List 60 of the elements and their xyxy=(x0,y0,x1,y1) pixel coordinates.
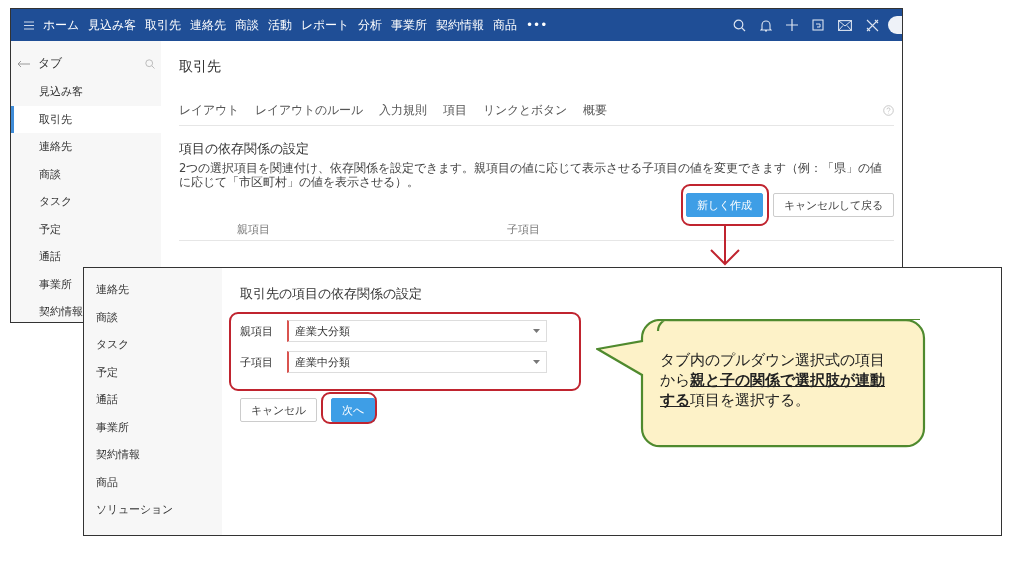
tab[interactable]: 概要 xyxy=(583,102,607,119)
page-title: 取引先 xyxy=(179,58,222,76)
field-label: 親項目 xyxy=(240,323,274,339)
sidebar-item[interactable]: 連絡先 xyxy=(84,276,222,304)
cancel-button[interactable]: キャンセルして戻る xyxy=(773,193,894,217)
nav-link[interactable]: 商談 xyxy=(235,16,259,34)
nav-link[interactable]: 見込み客 xyxy=(88,16,136,34)
sidebar-item[interactable]: 商談 xyxy=(11,160,161,188)
calendar-icon[interactable] xyxy=(812,19,824,31)
plus-icon[interactable] xyxy=(786,19,798,31)
callout-text: タブ内のプルダウン選択式の項目から親と子の関係で選択肢が連動する項目を選択する。 xyxy=(660,351,886,410)
sidebar-item[interactable]: 商品 xyxy=(84,468,222,496)
down-arrow xyxy=(707,226,743,266)
sidebar-item[interactable]: 契約情報 xyxy=(84,441,222,469)
nav-link[interactable]: 取引先 xyxy=(145,16,181,34)
mail-icon[interactable] xyxy=(838,19,852,31)
dialog-title: 取引先の項目の依存関係の設定 xyxy=(240,285,423,303)
tab[interactable]: 入力規則 xyxy=(379,102,427,119)
field-label: 子項目 xyxy=(240,354,274,370)
cancel-button[interactable]: キャンセル xyxy=(240,398,317,422)
sidebar-item[interactable]: 連絡先 xyxy=(11,133,161,161)
nav-link[interactable]: レポート xyxy=(301,16,349,34)
bell-icon[interactable] xyxy=(760,18,772,32)
search-icon[interactable] xyxy=(733,18,746,32)
menu-icon[interactable] xyxy=(24,20,34,30)
dropdown-field[interactable]: 産業中分類 xyxy=(287,351,547,373)
tab[interactable]: 項目 xyxy=(443,102,467,119)
sidebar-item[interactable]: ソリューション xyxy=(84,496,222,524)
nav-link[interactable]: 商品 xyxy=(493,16,517,34)
nav-link[interactable]: ホーム xyxy=(43,16,79,34)
sidebar-item[interactable]: 予定 xyxy=(84,358,222,386)
avatar[interactable] xyxy=(888,16,902,34)
caret-icon xyxy=(533,329,540,333)
nav-link[interactable]: 分析 xyxy=(358,16,382,34)
sidebar-item[interactable]: 事業所 xyxy=(84,413,222,441)
nav-link[interactable]: 活動 xyxy=(268,16,292,34)
caret-icon xyxy=(533,360,540,364)
more-menu[interactable]: ••• xyxy=(526,18,548,32)
sidebar-item[interactable]: 見込み客 xyxy=(11,78,161,106)
sidebar-title: タブ xyxy=(38,55,62,72)
sidebar-item[interactable]: 取引先 xyxy=(11,105,161,133)
nav-link[interactable]: 契約情報 xyxy=(436,16,484,34)
tab[interactable]: リンクとボタン xyxy=(483,102,567,119)
sidebar-item[interactable]: タスク xyxy=(84,331,222,359)
column-header: 子項目 xyxy=(507,223,541,237)
sidebar-item[interactable]: 通話 xyxy=(11,243,161,271)
sidebar-item[interactable]: タスク xyxy=(11,188,161,216)
sidebar-item[interactable]: 商談 xyxy=(84,303,222,331)
dropdown-field[interactable]: 産業大分類 xyxy=(287,320,547,342)
section-title: 項目の依存関係の設定 xyxy=(179,140,310,158)
tab[interactable]: レイアウト xyxy=(179,102,239,119)
nav-link[interactable]: 事業所 xyxy=(391,16,427,34)
tab[interactable]: レイアウトのルール xyxy=(255,102,363,119)
description: 2つの選択項目を関連付け、依存関係を設定できます。親項目の値に応じて表示させる子項目の値を変更できます（例：「県」の値に応じて「市区町村」の値を表示させる）。 xyxy=(179,161,884,189)
sidebar-item[interactable]: 通話 xyxy=(84,386,222,414)
back-arrow-icon[interactable] xyxy=(17,59,30,68)
sidebar-item[interactable]: 予定 xyxy=(11,215,161,243)
nav-link[interactable]: 連絡先 xyxy=(190,16,226,34)
tools-icon[interactable] xyxy=(866,18,879,32)
column-header: 親項目 xyxy=(237,223,271,237)
